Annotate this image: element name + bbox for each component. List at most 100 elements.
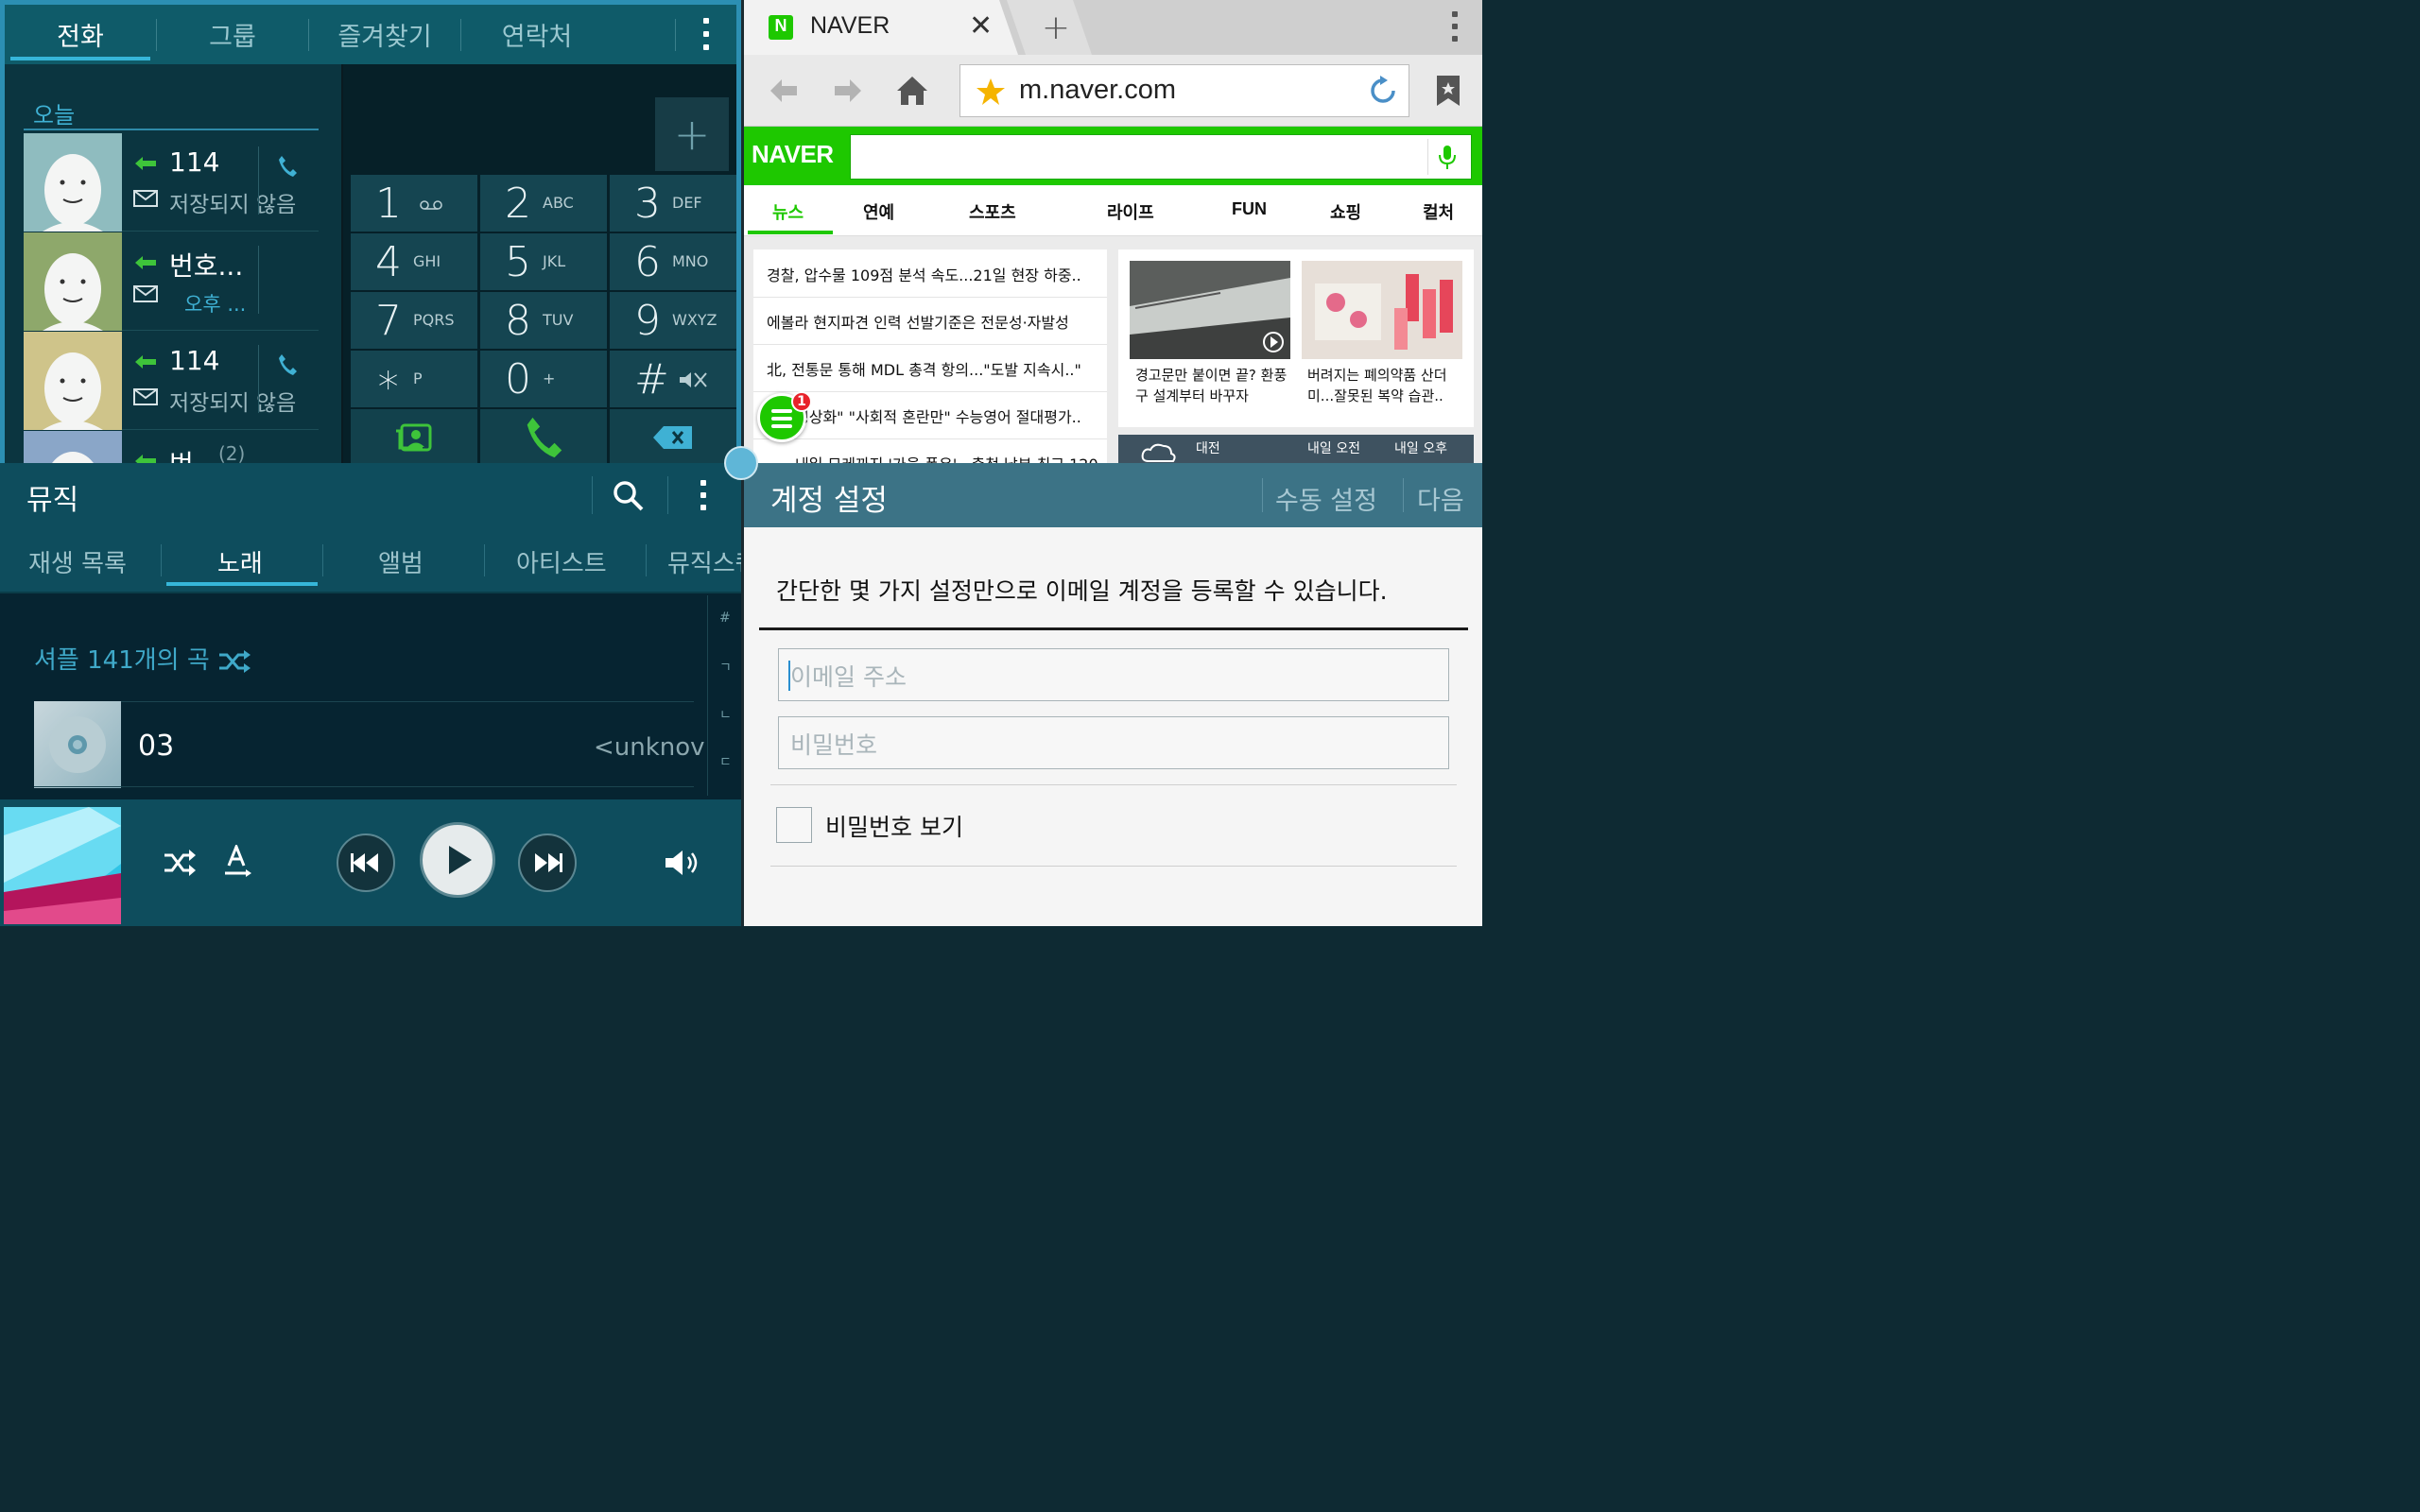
url-bar[interactable]: m.naver.com xyxy=(959,64,1409,117)
browser-menu-icon[interactable] xyxy=(1451,11,1459,42)
back-arrow-icon[interactable] xyxy=(767,74,801,108)
naver-logo[interactable]: NAVER xyxy=(752,140,834,169)
tab-groups[interactable]: 그룹 xyxy=(157,5,308,64)
video-call-button[interactable] xyxy=(351,409,477,463)
key-1[interactable]: 1 xyxy=(351,175,477,232)
call-log-item[interactable]: 114 저장되지 않음 xyxy=(24,332,319,430)
message-icon[interactable] xyxy=(133,190,158,207)
divider xyxy=(770,866,1457,867)
tab-sports[interactable]: 스포츠 xyxy=(969,199,1016,224)
album-art xyxy=(34,701,121,788)
key-4[interactable]: 4 GHI xyxy=(351,233,477,290)
tab-playlists[interactable]: 재생 목록 xyxy=(28,544,127,579)
now-playing-art[interactable] xyxy=(4,807,121,924)
more-options-icon[interactable] xyxy=(700,480,707,510)
reload-icon[interactable] xyxy=(1367,75,1399,107)
shuffle-icon[interactable] xyxy=(163,849,197,877)
key-3[interactable]: 3 DEF xyxy=(610,175,736,232)
news-photo[interactable] xyxy=(1302,261,1462,359)
tab-culture[interactable]: 컬처 xyxy=(1423,199,1454,224)
tab-phone[interactable]: 전화 xyxy=(5,5,156,64)
news-headline[interactable]: 정상화" "사회적 혼란만" 수능영어 절대평가.. xyxy=(795,404,1098,427)
index-item[interactable]: # xyxy=(719,610,731,626)
volume-icon[interactable] xyxy=(664,849,701,877)
key-star[interactable]: ∗ P xyxy=(351,351,477,407)
next-track-button[interactable] xyxy=(518,833,577,892)
tab-fun[interactable]: FUN xyxy=(1232,199,1267,219)
key-hash[interactable]: # xyxy=(610,351,736,407)
key-6[interactable]: 6 MNO xyxy=(610,233,736,290)
password-field[interactable]: 비밀번호 xyxy=(778,716,1449,769)
bookmarks-icon[interactable] xyxy=(1434,74,1462,108)
password-placeholder: 비밀번호 xyxy=(790,731,878,759)
shuffle-all-button[interactable]: 셔플 141개의 곡 xyxy=(34,641,251,676)
bookmark-star-icon[interactable] xyxy=(976,77,1006,107)
divider xyxy=(753,438,1107,439)
news-headline[interactable]: 北, 전통문 통해 MDL 총격 항의..."도발 지속시.." xyxy=(767,357,1098,380)
call-icon[interactable] xyxy=(277,352,298,377)
new-tab-button[interactable]: + xyxy=(1028,4,1084,51)
divider xyxy=(484,544,485,576)
tab-artists[interactable]: 아티스트 xyxy=(516,544,607,579)
next-button[interactable]: 다음 xyxy=(1417,480,1464,517)
tab-favorites[interactable]: 즐겨찾기 xyxy=(309,5,460,64)
index-item[interactable]: ㄴ xyxy=(719,705,732,724)
home-icon[interactable] xyxy=(895,74,929,108)
call-log-item[interactable]: 번호... 오후 ... xyxy=(24,232,319,331)
photo-caption[interactable]: 버려지는 폐의약품 산더미...잘못된 복약 습관.. xyxy=(1307,365,1468,406)
tab-entertainment[interactable]: 연예 xyxy=(863,199,894,224)
more-options-icon[interactable] xyxy=(702,18,710,50)
key-8[interactable]: 8 TUV xyxy=(480,292,607,349)
key-0[interactable]: 0 + xyxy=(480,351,607,407)
call-log-item[interactable]: 번 (2) xyxy=(24,431,319,463)
naver-search-input[interactable] xyxy=(850,134,1472,180)
dial-keypad: 1 2 ABC 3 DEF 4 GHI 5 JKL 6 MNO 7 PQRS 8 TUV 9W… xyxy=(351,175,736,463)
alphabet-index-bar[interactable]: # ㄱ ㄴ ㄷ xyxy=(707,595,741,796)
tab-songs[interactable]: 노래 xyxy=(217,544,263,579)
play-button[interactable] xyxy=(420,822,495,898)
news-headline[interactable]: 경찰, 압수물 109점 분석 속도...21일 현장 하중.. xyxy=(767,263,1098,285)
key-2[interactable]: 2 ABC xyxy=(480,175,607,232)
tab-life[interactable]: 라이프 xyxy=(1107,199,1154,224)
news-photo[interactable] xyxy=(1130,261,1290,359)
news-headline[interactable]: 에볼라 현지파견 인력 선발기준은 전문성·자발성 xyxy=(767,310,1098,333)
lyrics-icon[interactable] xyxy=(223,845,253,879)
key-7[interactable]: 7 PQRS xyxy=(351,292,477,349)
weather-widget[interactable]: 대전 내일 오전 내일 오후 xyxy=(1118,435,1474,463)
key-5[interactable]: 5 JKL xyxy=(480,233,607,290)
close-tab-icon[interactable]: ✕ xyxy=(969,9,993,43)
divider xyxy=(753,344,1107,345)
message-icon[interactable] xyxy=(133,388,158,405)
key-9[interactable]: 9 WXYZ xyxy=(610,292,736,349)
tab-albums[interactable]: 앨범 xyxy=(378,544,424,579)
tab-contacts[interactable]: 연락처 xyxy=(461,5,613,64)
divider xyxy=(592,476,593,514)
previous-track-button[interactable] xyxy=(337,833,395,892)
voice-search-icon[interactable] xyxy=(1427,139,1465,175)
call-button[interactable] xyxy=(480,409,607,463)
search-icon[interactable] xyxy=(613,480,645,512)
forward-arrow-icon[interactable] xyxy=(831,74,865,108)
manual-setup-button[interactable]: 수동 설정 xyxy=(1275,480,1377,517)
call-log-item[interactable]: 114 저장되지 않음 xyxy=(24,133,319,232)
photo-caption[interactable]: 경고문만 붙이면 끝? 환풍구 설계부터 바꾸자 xyxy=(1135,365,1296,406)
email-field[interactable]: 이메일 주소 xyxy=(778,648,1449,701)
rewind-icon xyxy=(351,853,378,872)
show-password-checkbox[interactable] xyxy=(776,807,812,843)
naver-nav-tabs: 뉴스 연예 스포츠 라이프 FUN 쇼핑 컬처 xyxy=(744,185,1482,236)
browser-tab[interactable]: NAVER ✕ xyxy=(744,0,1018,55)
add-contact-button[interactable]: + xyxy=(655,97,729,171)
tab-news[interactable]: 뉴스 xyxy=(772,199,804,224)
call-icon[interactable] xyxy=(277,154,298,179)
message-icon[interactable] xyxy=(133,285,158,302)
call-log: 오늘 114 저장되지 않음 번호... 오후 ... 114 저장되지 않음 … xyxy=(5,64,341,463)
index-item[interactable]: ㄱ xyxy=(719,658,732,677)
tab-music-square[interactable]: 뮤직스퀘어 xyxy=(667,544,741,579)
index-item[interactable]: ㄷ xyxy=(719,752,732,771)
split-screen-handle[interactable] xyxy=(724,446,758,480)
tab-shopping[interactable]: 쇼핑 xyxy=(1330,199,1361,224)
song-title[interactable]: 03 xyxy=(138,730,174,763)
backspace-button[interactable] xyxy=(610,409,736,463)
news-headline[interactable]: 내일 모레까지 '가을 폭우'...충청 남부 최고 120mm xyxy=(795,452,1098,463)
show-password-label[interactable]: 비밀번호 보기 xyxy=(825,809,963,843)
